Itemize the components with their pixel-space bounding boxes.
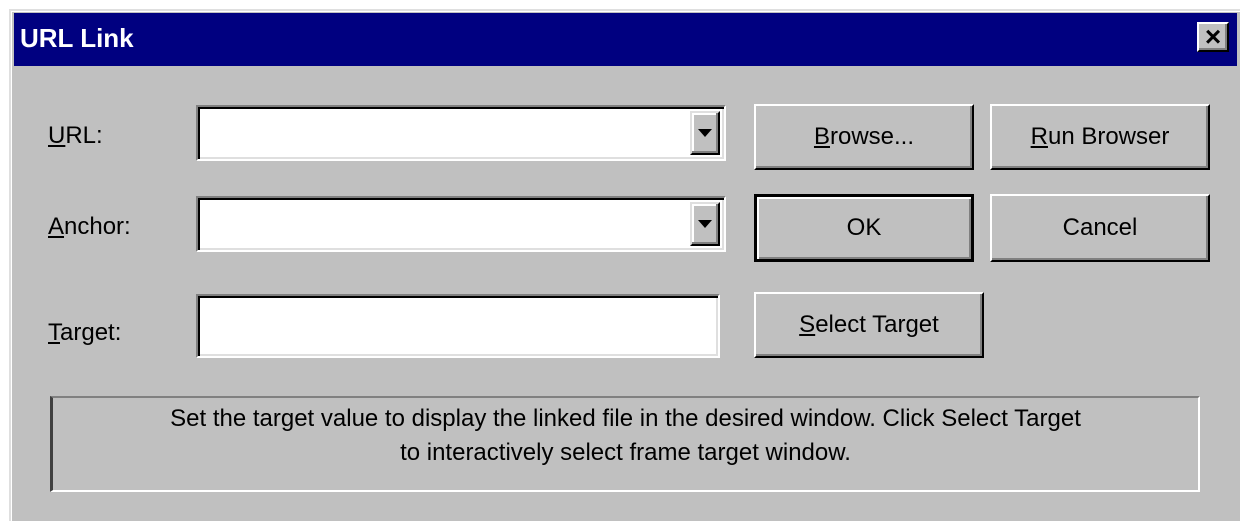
browse-label: rowse... — [829, 123, 915, 150]
target-label-mnemonic: T — [48, 319, 60, 346]
url-link-dialog: URL Link × URL: Anchor: Target: Browse..… — [9, 9, 1240, 521]
run-browser-label: un Browser — [1047, 123, 1170, 150]
chevron-down-icon — [698, 129, 712, 137]
target-label-text: arget: — [60, 319, 122, 346]
browse-mnemonic: B — [813, 123, 830, 150]
close-button[interactable]: × — [1197, 21, 1229, 52]
run-browser-button[interactable]: Run Browser — [990, 104, 1210, 170]
url-label: URL: — [48, 122, 103, 150]
close-icon: × — [1204, 21, 1222, 52]
target-label: Target: — [48, 319, 121, 347]
cancel-label: Cancel — [1062, 214, 1138, 241]
anchor-input[interactable] — [204, 202, 682, 246]
chevron-down-icon — [698, 220, 712, 228]
url-label-mnemonic: U — [48, 122, 66, 149]
help-text-line-1: Set the target value to display the link… — [170, 405, 1081, 432]
anchor-combobox[interactable] — [196, 196, 726, 252]
target-field[interactable] — [196, 294, 720, 358]
select-target-mnemonic: S — [799, 311, 816, 338]
url-dropdown-button[interactable] — [690, 111, 720, 155]
run-browser-mnemonic: R — [1030, 123, 1048, 150]
ok-button[interactable]: OK — [754, 194, 974, 262]
ok-label: OK — [846, 214, 882, 241]
anchor-label-text: nchor: — [64, 213, 131, 240]
browse-button[interactable]: Browse... — [754, 104, 974, 170]
anchor-label-mnemonic: A — [48, 213, 65, 240]
title-bar[interactable]: URL Link × — [14, 13, 1237, 66]
url-input[interactable] — [204, 111, 682, 155]
url-combobox[interactable] — [196, 105, 726, 161]
dialog-title: URL Link — [20, 23, 134, 53]
anchor-label: Anchor: — [48, 213, 131, 241]
anchor-dropdown-button[interactable] — [690, 202, 720, 246]
select-target-button[interactable]: Select Target — [754, 292, 984, 358]
cancel-button[interactable]: Cancel — [990, 194, 1210, 262]
help-text-panel: Set the target value to display the link… — [50, 396, 1200, 492]
help-text-line-2: to interactively select frame target win… — [400, 439, 851, 466]
url-label-text: RL: — [65, 122, 103, 149]
target-input[interactable] — [204, 300, 712, 352]
select-target-label: elect Target — [815, 311, 939, 338]
